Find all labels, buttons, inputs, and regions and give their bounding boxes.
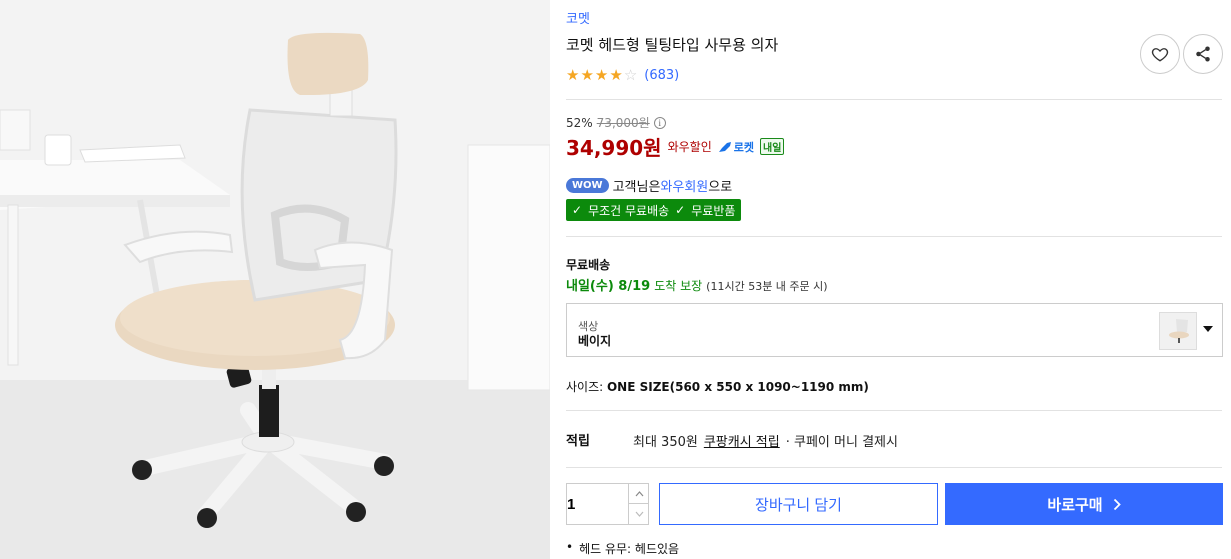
chair-thumbnail-icon <box>1160 313 1196 349</box>
quantity-stepper <box>566 483 649 525</box>
buy-now-label: 바로구매 <box>1047 496 1103 514</box>
office-chair-photo <box>0 0 550 559</box>
star-full-icon: ★ <box>594 66 609 84</box>
rocket-icon <box>718 141 731 152</box>
benefit-badges: ✓ 무조건 무료배송 ✓ 무료반품 <box>566 199 742 221</box>
option-thumbnail <box>1159 312 1197 350</box>
wow-text-prefix: 고객님은 <box>612 180 661 195</box>
product-image[interactable] <box>0 0 550 559</box>
divider <box>566 99 1222 100</box>
tomorrow-badge: 내일 <box>760 138 785 155</box>
chevron-down-icon <box>635 511 643 517</box>
heart-icon <box>1151 48 1169 62</box>
wow-sale-label: 와우할인 <box>667 140 712 154</box>
chevron-down-icon <box>1203 326 1213 332</box>
rocket-delivery-badge: 로켓 <box>718 139 754 155</box>
spec-text: 헤드 유무: 헤드있음 <box>579 542 680 556</box>
rocket-label: 로켓 <box>733 140 754 154</box>
reward-max: 최대 350원 <box>633 435 698 450</box>
quantity-input[interactable] <box>567 484 628 524</box>
size-label: 사이즈: <box>566 380 607 394</box>
reward-suffix: · 쿠페이 머니 결제시 <box>785 435 898 450</box>
price-line: 34,990원 와우할인 로켓 내일 <box>566 132 785 161</box>
rating[interactable]: ★ ★ ★ ★ ☆ (683) <box>566 66 679 84</box>
discount-rate: 52% <box>566 115 593 130</box>
wow-member-line: WOW 고객님은 와우회원 으로 <box>566 176 732 195</box>
size-line: 사이즈: ONE SIZE(560 x 550 x 1090~1190 mm) <box>566 378 869 395</box>
quantity-decrease-button[interactable] <box>628 504 649 524</box>
info-icon[interactable]: i <box>653 116 666 129</box>
delivery-date: 내일(수) 8/19 <box>566 279 651 294</box>
size-value: ONE SIZE(560 x 550 x 1090~1190 mm) <box>606 380 869 394</box>
coupang-cash-link[interactable]: 쿠팡캐시 적립 <box>704 431 780 450</box>
star-full-icon: ★ <box>580 66 594 84</box>
divider <box>566 236 1222 237</box>
original-price: 73,000원 <box>596 116 650 130</box>
color-option-select[interactable]: 색상 베이지 <box>566 303 1223 357</box>
reward-text: 최대 350원 쿠팡캐시 적립 · 쿠페이 머니 결제시 <box>633 431 898 450</box>
add-to-cart-button[interactable]: 장바구니 담기 <box>659 483 938 525</box>
arrival-guarantee: 도착 보장 <box>654 279 703 293</box>
sale-price: 34,990원 <box>566 136 662 160</box>
bullet-icon: • <box>566 540 574 554</box>
check-icon: ✓ <box>675 203 686 217</box>
option-value: 베이지 <box>578 334 612 348</box>
star-empty-icon: ☆ <box>623 66 638 84</box>
shipping-date-line: 내일(수) 8/19 도착 보장 (11시간 53분 내 주문 시) <box>566 275 828 294</box>
shipping-title: 무료배송 <box>566 258 611 272</box>
chevron-up-icon <box>635 490 643 496</box>
chevron-right-icon <box>1113 498 1121 510</box>
share-button[interactable] <box>1183 34 1223 74</box>
discount-line: 52% 73,000원 i <box>566 114 666 131</box>
star-full-icon: ★ <box>609 66 623 84</box>
divider <box>566 467 1222 468</box>
share-icon <box>1196 46 1210 62</box>
wow-member-text: 와우회원 <box>660 180 709 195</box>
buy-now-button[interactable]: 바로구매 <box>945 483 1223 525</box>
star-full-icon: ★ <box>566 66 580 84</box>
wow-badge: WOW <box>566 178 609 193</box>
product-title: 코멧 헤드형 틸팅타입 사무용 의자 <box>566 36 779 54</box>
benefit-free-return: 무료반품 <box>691 203 736 218</box>
benefit-free-shipping: 무조건 무료배송 <box>588 203 670 218</box>
brand-link[interactable]: 코멧 <box>566 8 590 27</box>
product-details: 코멧 코멧 헤드형 틸팅타입 사무용 의자 ★ ★ ★ ★ ☆ (683) 52… <box>566 0 1226 559</box>
reward-title: 적립 <box>566 434 590 449</box>
divider <box>566 410 1222 411</box>
spec-bullet: • 헤드 유무: 헤드있음 <box>566 540 679 557</box>
quantity-increase-button[interactable] <box>628 484 649 504</box>
order-deadline-note: (11시간 53분 내 주문 시) <box>706 280 828 293</box>
wishlist-button[interactable] <box>1140 34 1180 74</box>
check-icon: ✓ <box>572 203 583 217</box>
wow-text-suffix: 으로 <box>708 180 733 195</box>
review-count-link[interactable]: (683) <box>644 68 679 83</box>
